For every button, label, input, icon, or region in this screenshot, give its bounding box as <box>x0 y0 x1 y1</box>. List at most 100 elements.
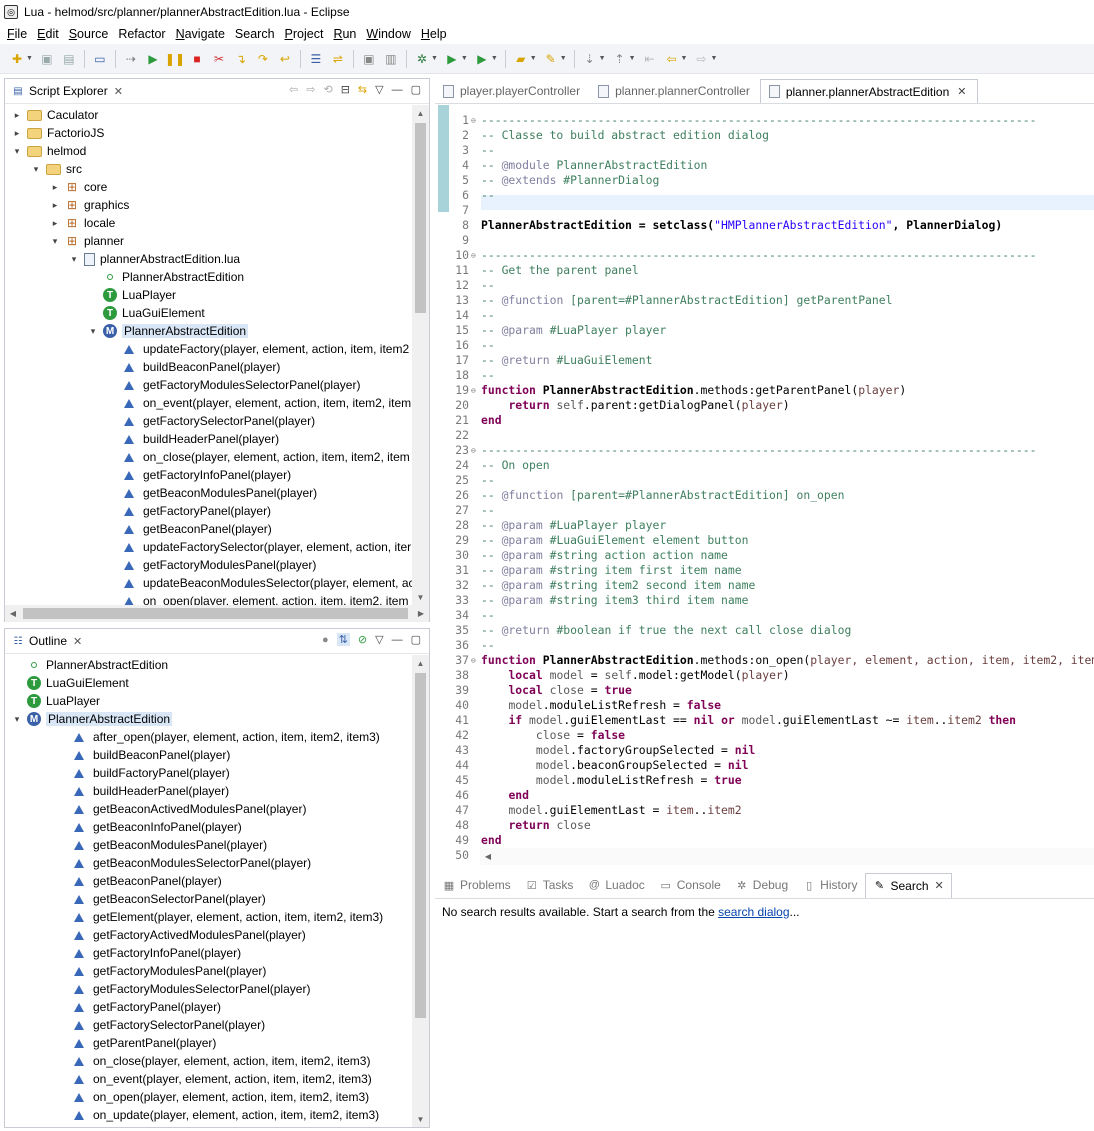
tree-item[interactable]: getFactorySelectorPanel(player) <box>56 1016 265 1034</box>
tree-item[interactable]: ▸ FactorioJS <box>11 124 105 142</box>
tree-item[interactable]: getBeaconInfoPanel(player) <box>56 818 242 836</box>
skip-breakpoints-icon[interactable]: ⇢ <box>122 50 140 68</box>
tree-item[interactable]: updateBeaconModulesSelector(player, elem… <box>106 574 412 592</box>
menu-window[interactable]: Window <box>361 27 415 41</box>
suspend-icon[interactable]: ❚❚ <box>165 50 185 68</box>
save-all-icon[interactable]: ▤ <box>60 50 78 68</box>
tree-item[interactable]: getBeaconPanel(player) <box>106 520 272 538</box>
minimize-icon[interactable]: — <box>392 634 403 646</box>
step-over-icon[interactable]: ↷ <box>254 50 272 68</box>
tree-item[interactable]: getBeaconPanel(player) <box>56 872 222 890</box>
tree-item[interactable]: getFactoryActivedModulesPanel(player) <box>56 926 306 944</box>
tree-item[interactable]: buildBeaconPanel(player) <box>106 358 280 376</box>
debug-icon[interactable]: ✲ <box>413 50 431 68</box>
tab-luadoc[interactable]: @ Luadoc <box>580 873 651 898</box>
dropdown-arrow-icon[interactable]: ▼ <box>431 55 438 62</box>
prev-annotation-icon[interactable]: ⇡ <box>611 50 629 68</box>
tree-item[interactable]: on_update(player, element, action, item,… <box>56 1106 379 1124</box>
fold-collapse-icon[interactable]: ⊖ <box>471 248 481 263</box>
next-annotation-icon[interactable]: ⇣ <box>581 50 599 68</box>
editor-tab[interactable]: planner.plannerController <box>590 79 760 103</box>
link-editor-icon[interactable]: ⇆ <box>358 83 367 96</box>
tree-item[interactable]: after_open(player, element, action, item… <box>56 728 380 746</box>
chevron-down-icon[interactable]: ▾ <box>87 326 99 337</box>
save-icon[interactable]: ▣ <box>38 50 56 68</box>
hide-nonpublic-icon[interactable]: ⊘ <box>358 633 367 646</box>
external-tools-icon[interactable]: ▶ <box>473 50 491 68</box>
format-icon[interactable]: ☰ <box>307 50 325 68</box>
tree-item[interactable]: getBeaconModulesPanel(player) <box>106 484 317 502</box>
tree-item[interactable]: getFactoryInfoPanel(player) <box>106 466 291 484</box>
scroll-right-icon[interactable]: ▶ <box>413 605 429 622</box>
fold-collapse-icon[interactable]: ⊖ <box>471 653 481 668</box>
tab-console[interactable]: ▭ Console <box>652 873 728 898</box>
tree-item[interactable]: ▸ Caculator <box>11 106 99 124</box>
tree-item[interactable]: PlannerAbstractEdition <box>11 656 168 674</box>
tree-item[interactable]: getFactoryModulesSelectorPanel(player) <box>56 980 310 998</box>
disconnect-icon[interactable]: ✂ <box>210 50 228 68</box>
chevron-down-icon[interactable]: ▾ <box>11 714 23 725</box>
tree-item[interactable]: ▾ helmod <box>11 142 87 160</box>
tree-item[interactable]: buildHeaderPanel(player) <box>56 782 229 800</box>
chevron-down-icon[interactable]: ▾ <box>11 146 23 157</box>
new-icon[interactable]: ✚ <box>8 50 26 68</box>
menu-edit[interactable]: Edit <box>32 27 64 41</box>
scroll-thumb[interactable] <box>415 673 426 1018</box>
resume-icon[interactable]: ▶ <box>144 50 162 68</box>
dropdown-arrow-icon[interactable]: ▼ <box>461 55 468 62</box>
tree-item[interactable]: updateFactorySelector(player, element, a… <box>106 538 411 556</box>
scroll-left-icon[interactable]: ◀ <box>480 848 496 865</box>
scroll-thumb[interactable] <box>23 608 408 619</box>
tree-item[interactable]: ▾ ⊞ planner <box>49 232 124 250</box>
fold-collapse-icon[interactable]: ⊖ <box>471 383 481 398</box>
maximize-icon[interactable]: ▢ <box>411 633 421 646</box>
hide-fields-icon[interactable]: ● <box>322 634 329 646</box>
chevron-down-icon[interactable]: ▾ <box>68 254 80 265</box>
tree-item[interactable]: T LuaGuiElement <box>11 674 129 692</box>
menu-help[interactable]: Help <box>416 27 452 41</box>
dropdown-arrow-icon[interactable]: ▼ <box>530 55 537 62</box>
tree-item[interactable]: getFactoryModulesPanel(player) <box>106 556 316 574</box>
tree-item[interactable]: ▾ M PlannerAbstractEdition <box>87 322 249 340</box>
tree-item[interactable]: on_close(player, element, action, item, … <box>56 1052 370 1070</box>
menu-run[interactable]: Run <box>328 27 361 41</box>
tree-item[interactable]: T LuaGuiElement <box>87 304 205 322</box>
dropdown-arrow-icon[interactable]: ▼ <box>629 55 636 62</box>
refactor-icon[interactable]: ⇌ <box>329 50 347 68</box>
close-icon[interactable]: ✕ <box>935 879 944 892</box>
tree-item[interactable]: on_event(player, element, action, item, … <box>56 1070 372 1088</box>
tab-problems[interactable]: ▦ Problems <box>435 873 518 898</box>
back-icon[interactable]: ⇦ <box>289 83 298 96</box>
tree-item[interactable]: PlannerAbstractEdition <box>87 268 244 286</box>
menu-refactor[interactable]: Refactor <box>113 27 170 41</box>
menu-source[interactable]: Source <box>64 27 114 41</box>
tab-search[interactable]: ✎ Search ✕ <box>864 872 952 898</box>
scroll-left-icon[interactable]: ◀ <box>5 605 21 622</box>
chevron-right-icon[interactable]: ▸ <box>49 200 61 211</box>
fold-collapse-icon[interactable]: ⊖ <box>471 443 481 458</box>
back-icon[interactable]: ⇦ <box>663 50 681 68</box>
menu-file[interactable]: File <box>2 27 32 41</box>
chevron-down-icon[interactable]: ▾ <box>30 164 42 175</box>
forward-icon[interactable]: ⇨ <box>306 83 315 96</box>
tree-item[interactable]: ▸ ⊞ core <box>49 178 108 196</box>
tree-item[interactable]: on_open(player, element, action, item, i… <box>56 1088 369 1106</box>
dropdown-arrow-icon[interactable]: ▼ <box>710 55 717 62</box>
console-icon[interactable]: ▭ <box>91 50 109 68</box>
chevron-right-icon[interactable]: ▸ <box>11 128 23 139</box>
tree-item[interactable]: getBeaconActivedModulesPanel(player) <box>56 800 306 818</box>
tree-item[interactable]: getFactoryPanel(player) <box>56 998 221 1016</box>
chevron-right-icon[interactable]: ▸ <box>49 182 61 193</box>
scroll-down-icon[interactable]: ▼ <box>412 1111 429 1127</box>
tree-item[interactable]: T LuaPlayer <box>87 286 176 304</box>
tree-item[interactable]: getElement(player, element, action, item… <box>56 908 383 926</box>
tree-item[interactable]: buildBeaconPanel(player) <box>56 746 230 764</box>
script-explorer-hscrollbar[interactable]: ◀ ▶ <box>5 605 429 622</box>
scroll-thumb[interactable] <box>415 123 426 313</box>
minimize-icon[interactable]: — <box>392 84 403 96</box>
scroll-down-icon[interactable]: ▼ <box>412 589 429 605</box>
terminate-icon[interactable]: ■ <box>188 50 206 68</box>
editor-tab[interactable]: planner.plannerAbstractEdition ✕ <box>759 79 978 103</box>
menu-project[interactable]: Project <box>280 27 329 41</box>
forward-icon[interactable]: ⇨ <box>692 50 710 68</box>
